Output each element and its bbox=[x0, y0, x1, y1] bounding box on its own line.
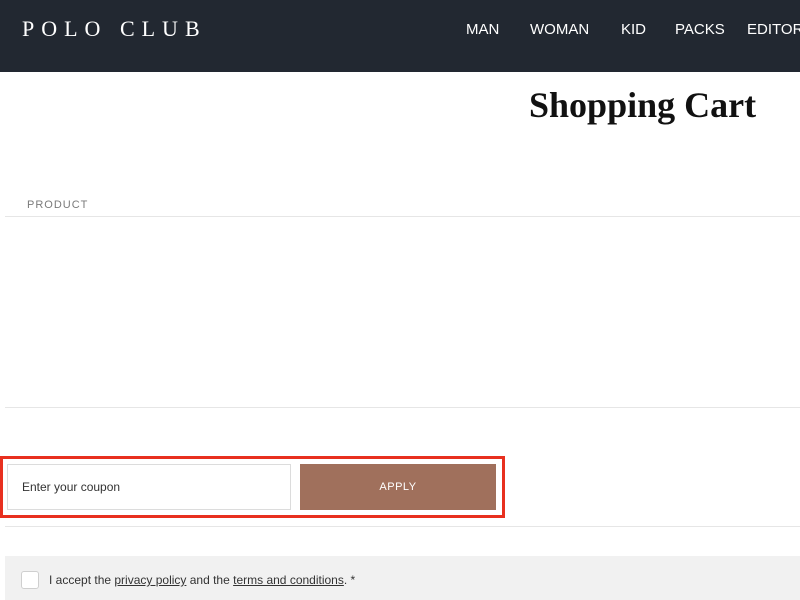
required-marker: * bbox=[347, 573, 356, 587]
consent-text-before: I accept the bbox=[49, 573, 115, 587]
nav-item-kid[interactable]: KID bbox=[621, 21, 646, 38]
consent-bar: I accept the privacy policy and the term… bbox=[5, 556, 800, 600]
page-title: Shopping Cart bbox=[529, 85, 757, 125]
coupon-input[interactable] bbox=[7, 464, 291, 510]
brand-logo[interactable]: POLO CLUB bbox=[22, 16, 207, 42]
consent-text-middle: and the bbox=[186, 573, 234, 587]
nav-item-packs[interactable]: PACKS bbox=[675, 21, 725, 38]
privacy-policy-link[interactable]: privacy policy bbox=[114, 573, 186, 587]
consent-text: I accept the privacy policy and the term… bbox=[49, 573, 355, 587]
site-header: POLO CLUB MAN WOMAN KID PACKS EDITOR bbox=[0, 0, 800, 72]
divider-bottom bbox=[5, 407, 800, 408]
nav-item-man[interactable]: MAN bbox=[466, 21, 499, 38]
apply-coupon-button[interactable]: APPLY bbox=[300, 464, 496, 510]
nav-item-woman[interactable]: WOMAN bbox=[530, 21, 589, 38]
terms-conditions-link[interactable]: terms and conditions bbox=[233, 573, 344, 587]
divider-coupon bbox=[5, 526, 800, 527]
product-column-header: PRODUCT bbox=[27, 199, 89, 211]
nav-item-editor[interactable]: EDITOR bbox=[747, 21, 800, 38]
accept-terms-checkbox[interactable] bbox=[21, 571, 39, 589]
divider-top bbox=[5, 216, 800, 217]
